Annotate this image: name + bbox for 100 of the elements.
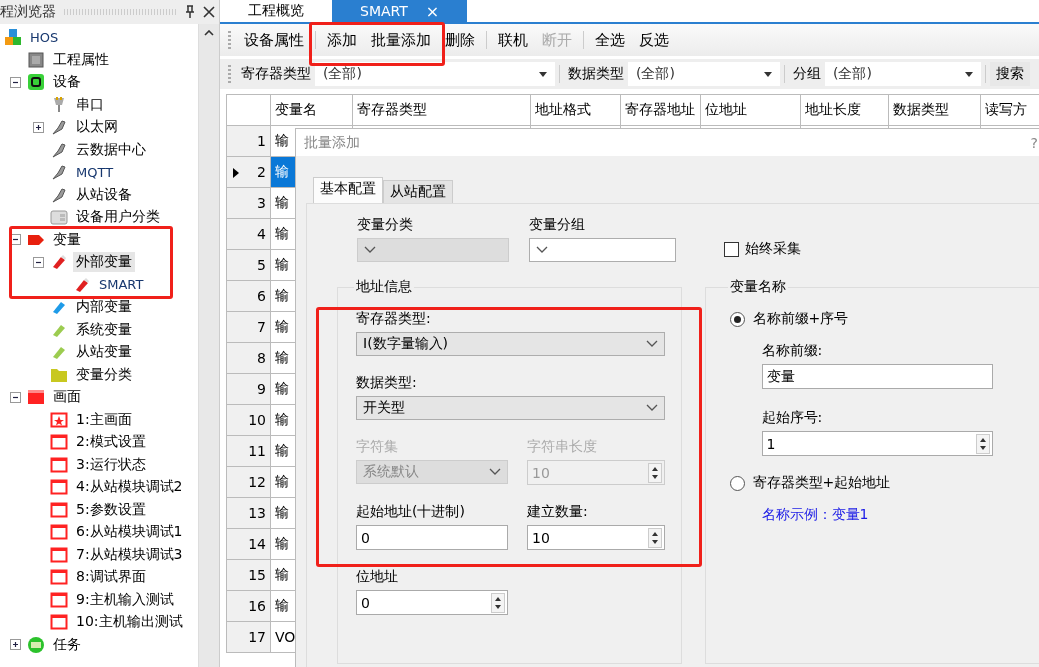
toolbar-button[interactable]: 批量添加 — [364, 30, 438, 50]
count-spinbox[interactable]: 10 — [527, 525, 665, 550]
tree-item[interactable]: 从站变量 — [73, 342, 135, 363]
row-number: 11 — [226, 435, 271, 467]
column-header[interactable]: 变量名 — [270, 94, 353, 126]
start-index-spinbox[interactable]: 1 — [761, 431, 993, 456]
cable-icon — [50, 163, 68, 182]
tree-item[interactable]: 内部变量 — [73, 297, 135, 318]
row-number: 8 — [226, 342, 271, 374]
column-header[interactable]: 地址格式 — [530, 94, 621, 126]
tree-item[interactable]: MQTT — [73, 163, 117, 181]
row-number: 2 — [226, 156, 271, 188]
toolbar-button[interactable]: 全选 — [588, 30, 632, 50]
filter-label: 数据类型 — [567, 65, 625, 83]
expand-toggle-icon[interactable] — [33, 121, 44, 133]
collapse-toggle-icon[interactable] — [10, 234, 21, 246]
dropdown-arrow-icon — [965, 71, 973, 77]
document-tab[interactable]: 工程概览 — [220, 0, 332, 22]
scroll-up-icon[interactable] — [204, 30, 214, 36]
start-address-field[interactable]: 0 — [356, 525, 508, 550]
tree-item[interactable]: 1:主画面 — [73, 409, 135, 430]
task-icon — [27, 635, 45, 654]
prefix-field[interactable]: 变量 — [761, 364, 993, 389]
window-icon — [50, 455, 68, 474]
filter-dropdown[interactable]: (全部) — [315, 62, 555, 86]
tree-item[interactable]: 9:主机输入测试 — [73, 589, 177, 610]
radio-button[interactable] — [729, 311, 745, 327]
tree-item[interactable]: 系统变量 — [73, 319, 135, 340]
cable-icon — [50, 118, 68, 137]
tree-item[interactable]: 10:主机输出测试 — [73, 612, 186, 633]
tree-item[interactable]: SMART — [96, 276, 147, 294]
row-number: 4 — [226, 218, 271, 250]
dialog-tab[interactable]: 从站配置 — [383, 180, 453, 203]
pin-icon[interactable] — [185, 5, 195, 19]
search-button[interactable]: 搜索 — [990, 62, 1030, 86]
column-header[interactable]: 读写方 — [980, 94, 1039, 126]
checkbox[interactable] — [724, 241, 739, 257]
tree-item[interactable]: 5:参数设置 — [73, 499, 149, 520]
bit-address-spinbox[interactable]: 0 — [356, 590, 508, 615]
tree-item[interactable]: 变量 — [50, 229, 84, 250]
row-number: 7 — [226, 311, 271, 343]
collapse-toggle-icon[interactable] — [10, 391, 21, 403]
spinner-arrows-icon — [491, 592, 505, 613]
tree-item[interactable]: 设备 — [50, 72, 84, 93]
toolbar-button[interactable]: 联机 — [491, 30, 535, 50]
toolbar-button[interactable]: 添加 — [320, 30, 364, 50]
filter-dropdown[interactable]: (全部) — [628, 62, 780, 86]
row-number: 13 — [226, 497, 271, 529]
document-tab[interactable]: SMART × — [332, 0, 468, 22]
column-header[interactable]: 位地址 — [700, 94, 801, 126]
help-button[interactable]: ? — [1030, 134, 1038, 151]
collapse-toggle-icon[interactable] — [33, 256, 44, 268]
dialog-tab[interactable]: 基本配置 — [313, 177, 383, 203]
toolbar-button[interactable]: 反选 — [632, 30, 676, 50]
window-icon — [50, 500, 68, 519]
tree-item[interactable]: 7:从站模块调试3 — [73, 544, 186, 565]
window-icon — [50, 568, 68, 587]
filter-dropdown[interactable]: (全部) — [825, 62, 981, 86]
data-type-dropdown[interactable]: 开关型 — [356, 396, 665, 420]
tree-item[interactable]: 8:调试界面 — [73, 567, 149, 588]
expand-toggle-icon[interactable] — [10, 639, 21, 651]
tree-item[interactable]: 云数据中心 — [73, 139, 149, 160]
radio-button[interactable] — [729, 475, 745, 491]
tree-item[interactable]: 以太网 — [73, 117, 121, 138]
tree-item[interactable]: 4:从站模块调试2 — [73, 477, 186, 498]
column-header[interactable]: 寄存器地址 — [620, 94, 701, 126]
column-header[interactable]: 数据类型 — [888, 94, 981, 126]
row-number: 14 — [226, 528, 271, 560]
tree-item[interactable]: 变量分类 — [73, 364, 135, 385]
register-type-dropdown[interactable]: I(数字量输入) — [356, 332, 665, 356]
tree-item[interactable]: 任务 — [50, 634, 84, 655]
star-window-icon — [50, 410, 68, 429]
toolbar-button[interactable]: 删除 — [438, 30, 482, 50]
tree-item[interactable]: 串口 — [73, 94, 107, 115]
dropdown-arrow-icon — [539, 71, 547, 77]
close-icon[interactable] — [203, 6, 215, 18]
column-header[interactable]: 地址长度 — [800, 94, 889, 126]
cable-icon — [50, 185, 68, 204]
row-number: 12 — [226, 466, 271, 498]
radio-label: 名称前缀+序号 — [752, 310, 849, 328]
marker-icon — [73, 275, 91, 294]
collapse-toggle-icon[interactable] — [10, 76, 21, 88]
toolbar-button[interactable]: 设备属性 — [237, 30, 311, 50]
tree-item[interactable]: 3:运行状态 — [73, 454, 149, 475]
tree-item[interactable]: 外部变量 — [73, 252, 135, 273]
tree-item[interactable]: 工程属性 — [50, 49, 112, 70]
group-title: 变量名称 — [728, 278, 787, 296]
tree-item[interactable]: 画面 — [50, 387, 84, 408]
row-number: 6 — [226, 280, 271, 312]
tree-item[interactable]: 6:从站模块调试1 — [73, 522, 186, 543]
panel-title: 程浏览器 — [0, 3, 56, 21]
tree-item[interactable]: 设备用户分类 — [73, 207, 163, 228]
chevron-down-icon — [489, 468, 501, 476]
cable-icon — [50, 140, 68, 159]
tree-item[interactable]: HOS — [27, 28, 62, 46]
tree-item[interactable]: 从站设备 — [73, 184, 135, 205]
name-example: 名称示例：变量1 — [761, 506, 870, 524]
column-header[interactable]: 寄存器类型 — [352, 94, 531, 126]
tree-item[interactable]: 2:模式设置 — [73, 432, 149, 453]
spinner-arrows-icon — [648, 462, 662, 483]
